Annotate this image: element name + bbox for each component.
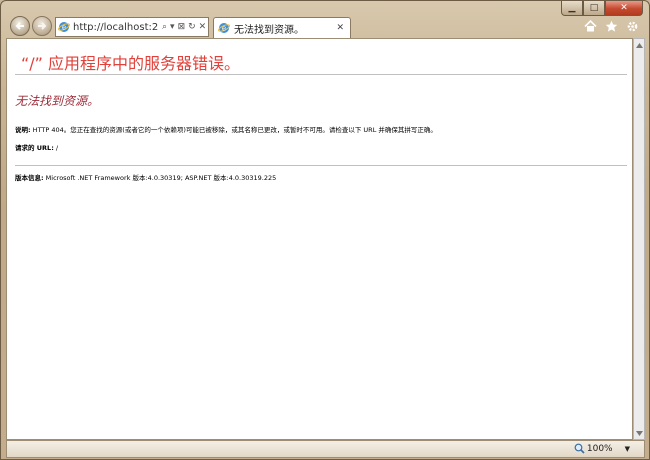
page-content: “/” 应用程序中的服务器错误。 无法找到资源。 说明: HTTP 404。您正… — [6, 38, 633, 440]
back-button[interactable] — [10, 16, 30, 36]
forward-button[interactable] — [32, 16, 52, 36]
vertical-scrollbar[interactable] — [633, 38, 645, 440]
zoom-magnifier-icon — [574, 443, 585, 454]
tab-active[interactable]: e 无法找到资源。 ✕ — [213, 17, 351, 38]
svg-text:e: e — [222, 25, 226, 33]
page-title: “/” 应用程序中的服务器错误。 — [21, 54, 241, 73]
divider — [15, 74, 627, 75]
window-caption-buttons: ▁ □ ✕ — [561, 1, 643, 16]
error-subtitle: 无法找到资源。 — [15, 94, 100, 108]
scroll-up-icon[interactable] — [634, 39, 644, 51]
zoom-control[interactable]: 100% ▼ — [574, 443, 630, 454]
back-arrow-icon — [15, 22, 24, 30]
version-text: Microsoft .NET Framework 版本:4.0.30319; A… — [43, 174, 277, 182]
close-window-button[interactable]: ✕ — [605, 1, 643, 16]
forward-arrow-icon — [38, 22, 47, 30]
version-line: 版本信息: Microsoft .NET Framework 版本:4.0.30… — [15, 172, 276, 182]
favorites-star-icon[interactable] — [604, 19, 618, 33]
version-label: 版本信息: — [15, 174, 44, 182]
svg-text:e: e — [62, 24, 66, 32]
description-label: 说明: — [15, 126, 31, 134]
address-bar[interactable]: e http://localhost:2718 ⌕ ▾ ⊠ ↻ ✕ — [55, 17, 209, 37]
home-icon[interactable] — [583, 19, 597, 33]
status-bar: 100% ▼ — [6, 440, 645, 458]
zoom-dropdown-icon[interactable]: ▼ — [625, 445, 630, 453]
compatibility-view-icon[interactable]: ⊠ — [178, 22, 186, 32]
ie-tab-icon: e — [218, 23, 230, 33]
maximize-button[interactable]: □ — [583, 1, 605, 16]
url-value: / — [53, 144, 59, 152]
description-text: HTTP 404。您正在查找的资源(或者它的一个依赖项)可能已被移除，或其名称已… — [30, 126, 437, 134]
divider — [15, 165, 627, 166]
description-line: 说明: HTTP 404。您正在查找的资源(或者它的一个依赖项)可能已被移除，或… — [15, 124, 437, 134]
ie-page-icon: e — [58, 22, 70, 32]
tab-title: 无法找到资源。 — [234, 24, 304, 36]
zoom-level[interactable]: 100% — [587, 444, 613, 454]
tools-gear-icon[interactable] — [625, 19, 639, 33]
stop-icon[interactable]: ✕ — [199, 22, 207, 32]
minimize-button[interactable]: ▁ — [561, 1, 583, 16]
browser-window: ▁ □ ✕ e http://localhost:2718 ⌕ ▾ ⊠ ↻ ✕ … — [0, 0, 650, 460]
url-label: 请求的 URL: — [15, 144, 54, 152]
requested-url-line: 请求的 URL: / — [15, 142, 58, 152]
address-url[interactable]: http://localhost:2718 — [73, 22, 159, 33]
dropdown-arrow-icon[interactable]: ▾ — [170, 22, 175, 32]
search-icon[interactable]: ⌕ — [162, 22, 167, 32]
browser-toolbar-icons — [583, 19, 639, 33]
scroll-down-icon[interactable] — [634, 427, 644, 439]
tab-close-icon[interactable]: ✕ — [336, 23, 344, 33]
refresh-icon[interactable]: ↻ — [188, 22, 196, 32]
